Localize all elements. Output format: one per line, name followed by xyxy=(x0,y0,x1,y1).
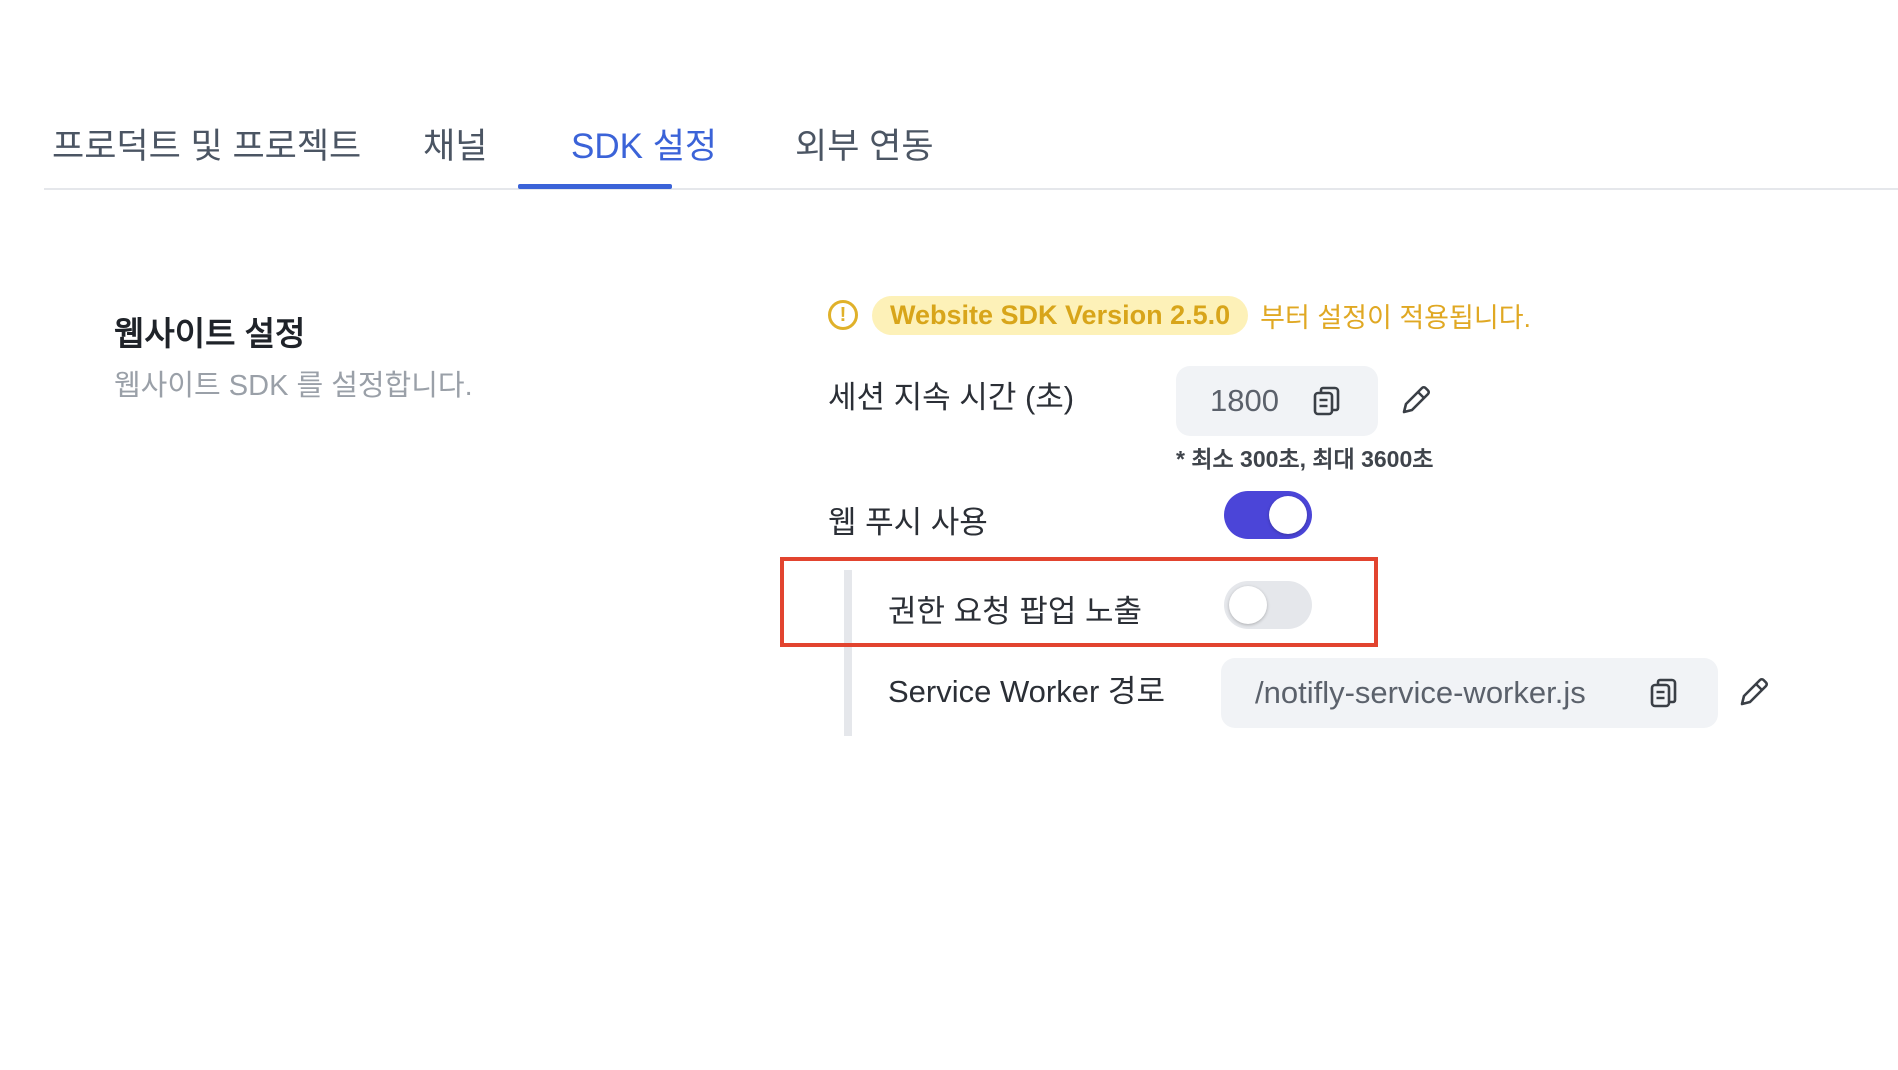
sdk-version-badge: Website SDK Version 2.5.0 xyxy=(872,295,1249,335)
tab-sdk-settings[interactable]: SDK 설정 xyxy=(571,118,717,169)
service-worker-path-field[interactable]: /notifly-service-worker.js xyxy=(1221,658,1718,728)
tab-channels[interactable]: 채널 xyxy=(423,118,487,169)
web-push-toggle[interactable] xyxy=(1224,491,1312,539)
session-duration-value: 1800 xyxy=(1210,383,1279,418)
highlight-annotation xyxy=(780,557,1378,647)
version-notice: ! Website SDK Version 2.5.0 부터 설정이 적용됩니다… xyxy=(828,295,1531,335)
toggle-knob xyxy=(1269,496,1307,534)
section-description: 웹사이트 SDK 를 설정합니다. xyxy=(114,370,473,402)
tab-bar: 프로덕트 및 프로젝트 채널 SDK 설정 외부 연동 xyxy=(44,0,1898,190)
edit-pencil-icon[interactable] xyxy=(1736,676,1770,710)
session-duration-hint: * 최소 300초, 최대 3600초 xyxy=(1176,446,1434,472)
tab-integrations[interactable]: 외부 연동 xyxy=(795,118,934,169)
session-duration-field[interactable]: 1800 xyxy=(1176,366,1378,436)
active-tab-indicator xyxy=(518,184,672,189)
copy-icon[interactable] xyxy=(1312,385,1342,417)
copy-icon[interactable] xyxy=(1649,677,1679,709)
edit-pencil-icon[interactable] xyxy=(1398,384,1432,418)
service-worker-path-value: /notifly-service-worker.js xyxy=(1255,675,1586,710)
service-worker-label: Service Worker 경로 xyxy=(888,674,1165,709)
exclamation-circle-icon: ! xyxy=(828,300,858,330)
session-duration-label: 세션 지속 시간 (초) xyxy=(828,380,1075,415)
tab-products-projects[interactable]: 프로덕트 및 프로젝트 xyxy=(52,118,361,169)
web-push-label: 웹 푸시 사용 xyxy=(828,505,988,540)
section-title: 웹사이트 설정 xyxy=(114,315,306,352)
notice-text: 부터 설정이 적용됩니다. xyxy=(1260,302,1532,333)
